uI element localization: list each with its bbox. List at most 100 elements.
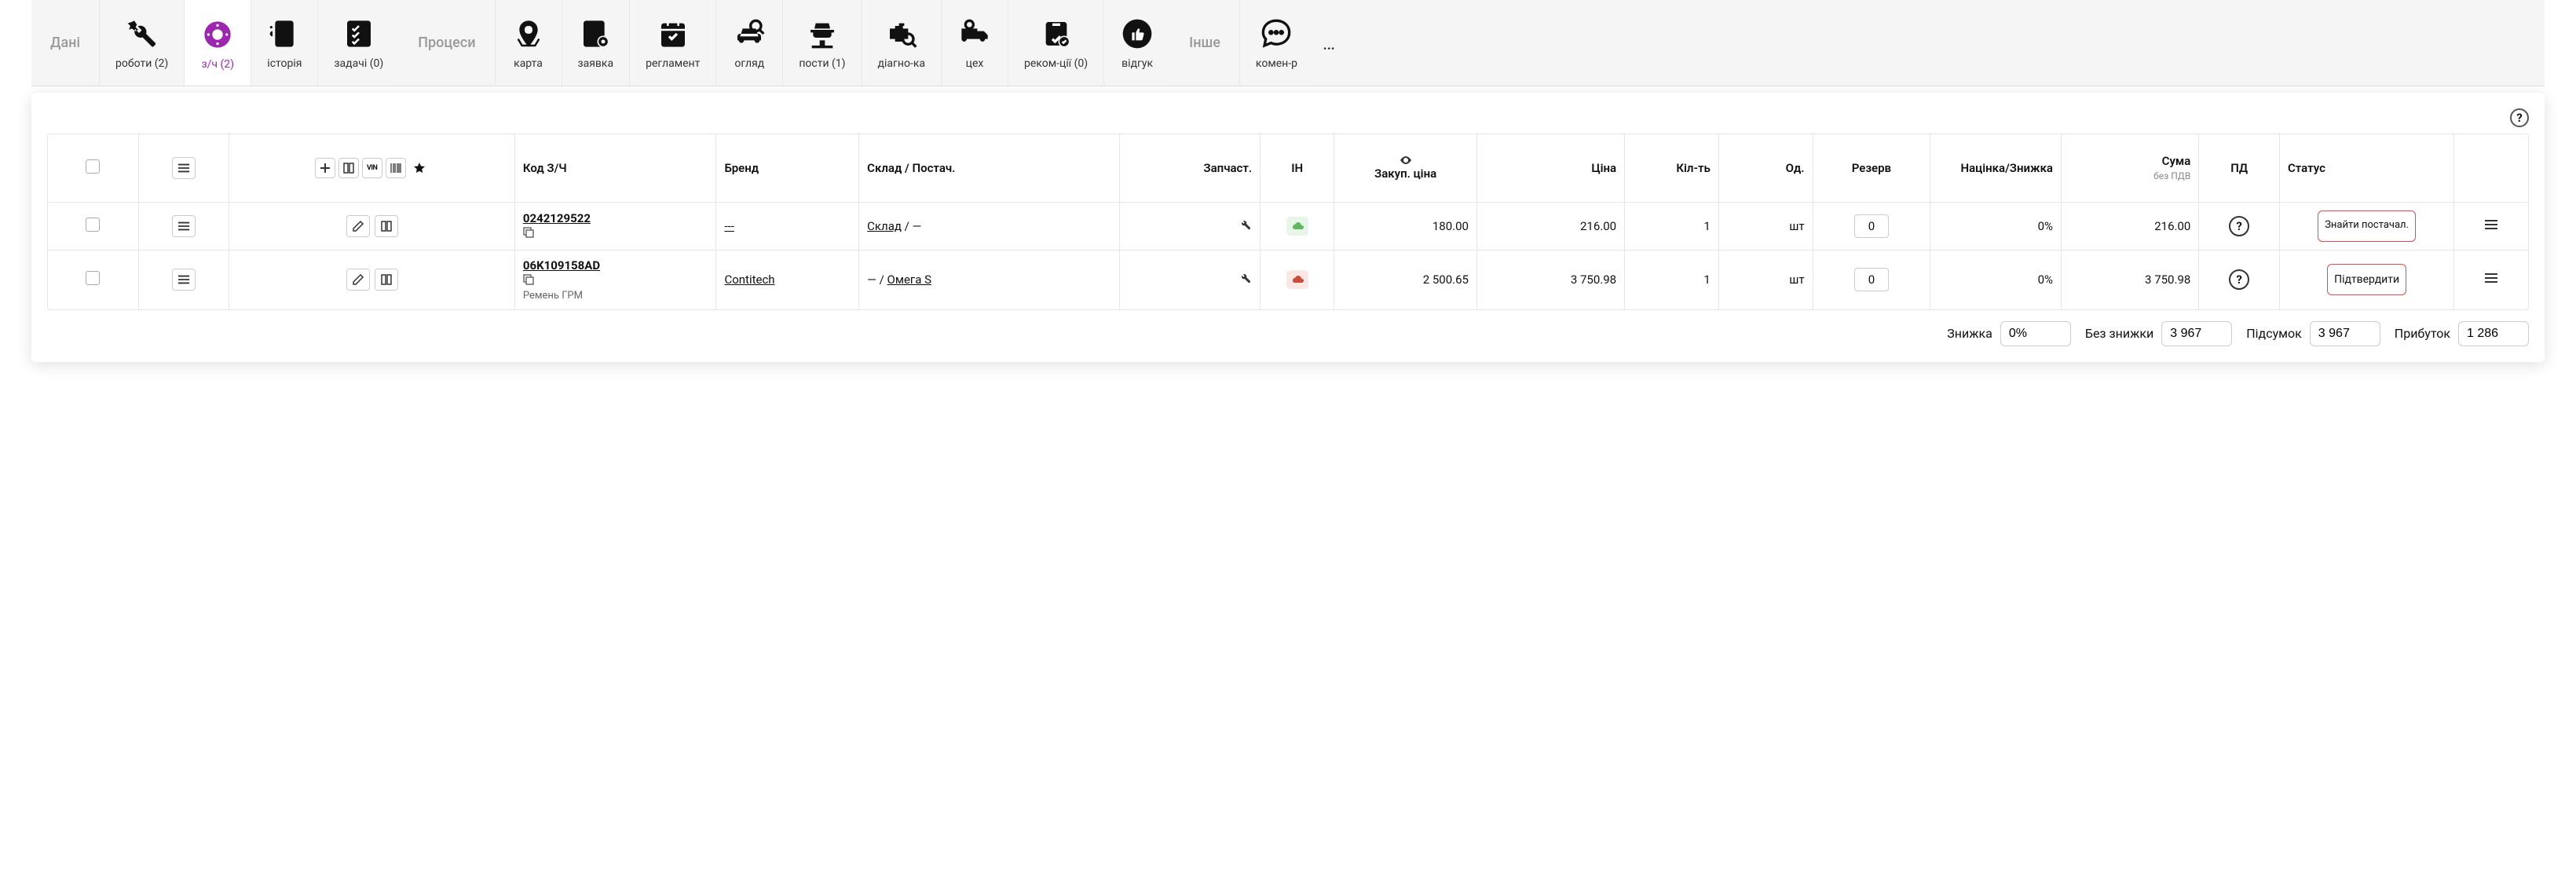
help-icon[interactable]: ? [2510,108,2529,127]
request-icon [578,16,613,51]
th-sum[interactable]: Сума без ПДВ [2062,134,2199,202]
calendar-tools-icon [656,16,690,51]
row-menu-button[interactable] [172,269,196,291]
cell-qty: 1 [1625,202,1719,250]
brand-link[interactable]: Contitech [724,273,774,287]
supplier-link[interactable]: Омега S [887,273,931,287]
copy-icon[interactable] [523,227,534,238]
subtotal-label: Підсумок [2246,326,2302,341]
warehouse-link[interactable]: Склад [867,219,902,233]
tab-tasks[interactable]: задачі (0) [317,0,399,86]
tab-request[interactable]: заявка [562,0,630,86]
row-actions-icon[interactable] [2484,273,2498,287]
tab-parts-label: з/ч (2) [202,58,235,71]
add-icon[interactable] [315,158,335,178]
engine-search-icon [884,16,919,51]
header-toolbar: VIN [237,158,506,178]
profit-input[interactable] [2458,321,2529,346]
table-row: 0242129522 --- Склад / — 180.00 216.00 1… [48,202,2528,250]
tab-comments[interactable]: комен-р [1239,0,1313,86]
th-markup[interactable]: Націнка/Знижка [1930,134,2062,202]
tab-regulations[interactable]: регламент [629,0,715,86]
part-code-link[interactable]: 0242129522 [523,211,591,225]
tab-comments-label: комен-р [1256,57,1297,70]
th-status[interactable]: Статус [2279,134,2453,202]
subtotal-input[interactable] [2310,321,2380,346]
profit-label: Прибуток [2395,326,2450,341]
row-checkbox[interactable] [86,271,100,285]
footer-totals: Знижка Без знижки Підсумок Прибуток [47,321,2529,346]
tab-recommendations[interactable]: реком-ції (0) [1008,0,1103,86]
tab-inspection[interactable]: огляд [715,0,782,86]
tab-posts[interactable]: пости (1) [782,0,861,86]
th-reserve[interactable]: Резерв [1813,134,1930,202]
tab-works[interactable]: роботи (2) [99,0,184,86]
cloud-status-icon[interactable] [1286,270,1308,289]
part-code-link[interactable]: 06K109158AD [523,258,600,273]
th-unit[interactable]: Од. [1718,134,1813,202]
tab-group-data: Дані [31,0,99,86]
car-check-icon [1039,16,1074,51]
th-warehouse[interactable]: Склад / Постач. [859,134,1119,202]
part-code-sub: Ремень ГРМ [523,290,708,302]
select-all-checkbox[interactable] [86,159,100,174]
cloud-status-icon[interactable] [1286,217,1308,236]
pd-help-icon[interactable]: ? [2229,269,2249,290]
tab-feedback[interactable]: відгук [1103,0,1170,86]
brand-link[interactable]: --- [724,219,734,233]
vin-icon[interactable]: VIN [362,158,382,178]
th-part[interactable]: Запчаст. [1119,134,1261,202]
cell-buy-price: 2 500.65 [1334,250,1477,309]
tabs-overflow[interactable]: … [1313,0,1345,86]
th-qty[interactable]: Кіл-ть [1625,134,1719,202]
edit-icon[interactable] [346,269,370,291]
th-buyprice[interactable]: Закуп. ціна [1334,134,1477,202]
catalog-icon[interactable] [338,158,359,178]
th-price[interactable]: Ціна [1476,134,1624,202]
reserve-value[interactable]: 0 [1854,214,1889,238]
pd-help-icon[interactable]: ? [2229,216,2249,236]
tab-parts[interactable]: з/ч (2) [184,0,251,86]
catalog-icon[interactable] [375,215,398,237]
discount-label: Знижка [1947,326,1992,341]
catalog-icon[interactable] [375,269,398,291]
column-menu-button[interactable] [172,157,196,179]
tab-feedback-label: відгук [1122,57,1153,70]
barcode-icon[interactable] [386,158,406,178]
car-search-icon [732,16,767,51]
row-actions-icon[interactable] [2484,220,2498,234]
th-pd[interactable]: ПД [2199,134,2280,202]
reserve-value[interactable]: 0 [1854,268,1889,291]
without-discount-input[interactable] [2161,321,2232,346]
cell-sum: 3 750.98 [2062,250,2199,309]
tab-card[interactable]: карта [495,0,562,86]
map-pin-icon [511,16,546,51]
cell-sum: 216.00 [2062,202,2199,250]
cell-qty: 1 [1625,250,1719,309]
status-button[interactable]: Знайти постачал. [2318,210,2416,242]
discount-input[interactable] [2000,321,2071,346]
wrench-icon[interactable] [1239,220,1252,234]
th-code[interactable]: Код З/Ч [514,134,716,202]
star-icon[interactable] [409,158,430,178]
tab-history[interactable]: історія [251,0,317,86]
tab-workshop[interactable]: цех [941,0,1008,86]
tab-group-processes: Процеси [399,0,494,86]
cell-unit: шт [1718,250,1813,309]
tab-history-label: історія [267,57,302,70]
tab-group-other: Інше [1170,0,1239,86]
table-row: 06K109158AD Ремень ГРМ Contitech — / Оме… [48,250,2528,309]
tab-diagnostics[interactable]: діагно-ка [862,0,941,86]
th-brand[interactable]: Бренд [716,134,859,202]
wrench-icon [125,16,159,51]
tab-request-label: заявка [578,57,614,70]
car-lift-icon [805,16,840,51]
th-ih[interactable]: ІН [1261,134,1334,202]
tabs-bar: Дані роботи (2) з/ч (2) історія задачі (… [31,0,2545,86]
row-checkbox[interactable] [86,218,100,232]
wrench-icon[interactable] [1239,273,1252,287]
status-button[interactable]: Підтвердити [2327,264,2406,295]
row-menu-button[interactable] [172,215,196,237]
copy-icon[interactable] [523,274,534,285]
edit-icon[interactable] [346,215,370,237]
